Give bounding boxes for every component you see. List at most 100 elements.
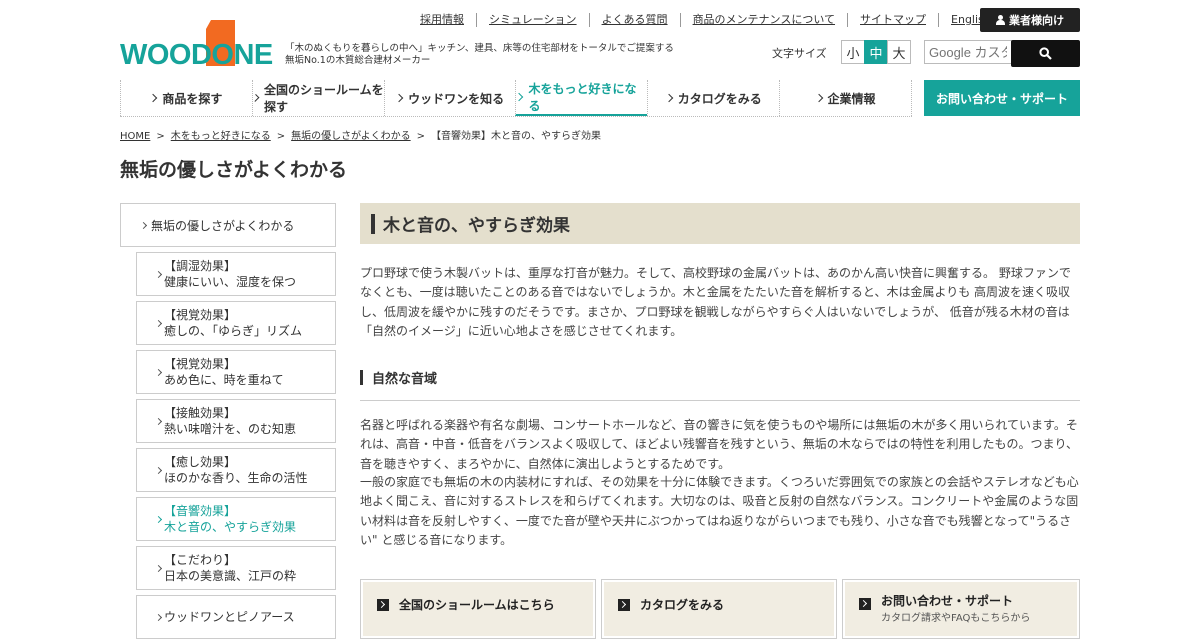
chevron-right-icon [154, 613, 163, 621]
search-icon [1039, 47, 1052, 60]
font-size-label: 文字サイズ [772, 47, 827, 60]
sidebar-item[interactable]: 【視覚効果】 癒しの、「ゆらぎ」リズム [136, 301, 336, 345]
nav-label: 全国のショールームを探す [264, 83, 384, 114]
font-size-small[interactable]: 小 [841, 40, 865, 64]
sidebar-item-label: 熱い味噌汁を、のむ知恵 [164, 422, 297, 436]
chevron-right-icon [154, 564, 163, 572]
box-subtitle: カタログ請求やFAQもこちらから [881, 613, 1031, 624]
util-link-sitemap[interactable]: サイトマップ [847, 13, 938, 27]
chevron-right-icon [515, 92, 524, 102]
nav-item-about[interactable]: ウッドワンを知る [383, 80, 516, 116]
subheading-text: 自然な音域 [372, 372, 438, 387]
pro-button-label: 業者様向け [1009, 14, 1064, 27]
nav-label: カタログをみる [677, 91, 762, 106]
sidebar-item-label: 木と音の、やすらぎ効果 [164, 520, 297, 534]
sidebar-item[interactable]: 【視覚効果】あめ色に、時を重ねて [136, 350, 336, 394]
sidebar-item-label: 健康にいい、湿度を保つ [164, 275, 297, 289]
nav-item-products[interactable]: 商品を探す [120, 80, 252, 116]
tagline-line-1: 「木のぬくもりを暮らしの中へ」キッチン、建具、床等の住宅部材をトータルでご提案す… [285, 43, 674, 54]
chevron-right-icon [154, 270, 163, 278]
font-size-medium[interactable]: 中 [864, 40, 888, 64]
nav-item-showrooms[interactable]: 全国のショールームを探す [251, 80, 384, 116]
search-button[interactable] [1011, 40, 1080, 67]
heading-bar [371, 213, 375, 234]
breadcrumb-home[interactable]: HOME [120, 131, 150, 142]
box-title: 全国のショールームはこちら [399, 598, 555, 612]
util-link-faq[interactable]: よくある質問 [588, 13, 680, 27]
catalog-link-box[interactable]: カタログをみる [601, 579, 837, 639]
util-link-maintenance[interactable]: 商品のメンテナンスについて [679, 13, 847, 27]
chevron-right-icon [394, 93, 404, 103]
chevron-right-icon [154, 515, 163, 523]
logo-wordmark: WOODONE [120, 39, 273, 70]
util-link-recruit[interactable]: 採用情報 [408, 13, 476, 27]
sidebar-item-active[interactable]: 【音響効果】木と音の、やすらぎ効果 [136, 497, 336, 541]
woodone-logo-icon: WOODONE [120, 20, 273, 71]
sidebar-item[interactable]: 【接触効果】熱い味噌汁を、のむ知恵 [136, 399, 336, 443]
sidebar-item-label: あめ色に、時を重ねて [164, 373, 284, 387]
chevron-right-icon [139, 221, 148, 229]
sidebar-top-label: 無垢の優しさがよくわかる [151, 218, 295, 233]
search-input[interactable] [924, 40, 1012, 64]
chevron-right-icon [154, 417, 163, 425]
box-title: お問い合わせ・サポート [881, 594, 1014, 608]
global-nav: 商品を探す 全国のショールームを探す ウッドワンを知る 木をもっと好きになる カ… [120, 80, 912, 117]
chevron-right-icon [154, 466, 163, 474]
support-link-box[interactable]: お問い合わせ・サポート カタログ請求やFAQもこちらから [842, 579, 1080, 639]
nav-label: 商品を探す [162, 91, 223, 106]
breadcrumb-wood[interactable]: 木をもっと好きになる [171, 131, 271, 142]
intro-paragraph: プロ野球で使う木製バットは、重厚な打音が魅力。そして、高校野球の金属バットは、あ… [360, 266, 1071, 338]
sidebar-item-label: ほのかな香り、生命の活性 [164, 471, 308, 485]
arrow-right-icon [377, 599, 389, 611]
sidebar-item-category: 【接触効果】 [164, 406, 237, 420]
section-heading: 木と音の、やすらぎ効果 [360, 203, 1080, 244]
breadcrumb-separator: > [156, 131, 165, 142]
sidebar-item-label: ウッドワンとピノアース [164, 610, 295, 624]
logo[interactable]: WOODONE [120, 20, 275, 71]
breadcrumb-separator: > [416, 131, 426, 142]
sidebar-item[interactable]: 【調湿効果】健康にいい、湿度を保つ [136, 252, 336, 296]
page-title: 無垢の優しさがよくわかる [120, 159, 348, 181]
font-size-switcher: 小 中 大 [841, 40, 911, 64]
chevron-right-icon [149, 93, 158, 103]
nav-item-company[interactable]: 企業情報 [779, 80, 912, 116]
body-paragraph-2: 一般の家庭でも無垢の木の内装材にすれば、その効果を十分に体験できます。くつろいだ… [360, 475, 1079, 547]
section-heading-text: 木と音の、やすらぎ効果 [383, 216, 570, 236]
sidebar-item-category: 【視覚効果】 [164, 357, 237, 371]
arrow-right-icon [859, 598, 871, 610]
chevron-right-icon [664, 93, 673, 103]
arrow-right-icon [618, 599, 630, 611]
sidebar-item-category: 【音響効果】 [164, 504, 237, 518]
sidebar-item-category: 【癒し効果】 [164, 455, 237, 469]
user-icon [996, 15, 1005, 25]
breadcrumb-current: 【音響効果】木と音の、やすらぎ効果 [431, 131, 602, 142]
nav-item-wood[interactable]: 木をもっと好きになる [515, 80, 648, 116]
pro-button[interactable]: 業者様向け [980, 8, 1080, 32]
sidebar-item[interactable]: ウッドワンとピノアース [136, 595, 336, 639]
subheading-bar [360, 370, 363, 385]
sidebar-item-category: 【視覚効果】 [164, 308, 237, 322]
nav-label: ウッドワンを知る [408, 91, 505, 106]
utility-links: 採用情報 シミュレーション よくある質問 商品のメンテナンスについて サイトマッ… [408, 13, 991, 27]
tagline-line-2: 無垢No.1の木質総合建材メーカー [285, 55, 431, 66]
nav-item-catalog[interactable]: カタログをみる [647, 80, 779, 116]
showroom-link-box[interactable]: 全国のショールームはこちら [360, 579, 596, 639]
sidebar-item[interactable]: 【こだわり】 日本の美意識、江戸の粋 [136, 546, 336, 590]
sidebar-item[interactable]: 【癒し効果】ほのかな香り、生命の活性 [136, 448, 336, 492]
font-size-large[interactable]: 大 [887, 40, 911, 64]
sidebar-item-category: 【調湿効果】 [164, 259, 237, 273]
nav-label: 木をもっと好きになる [528, 82, 637, 113]
sidebar-item-category: 【こだわり】 [164, 553, 237, 567]
box-title: カタログをみる [640, 598, 725, 612]
subheading: 自然な音域 [360, 368, 1080, 401]
nav-label: 企業情報 [827, 91, 876, 106]
body-paragraph-1: 名器と呼ばれる楽器や有名な劇場、コンサートホールなど、音の響きに気を使うものや場… [360, 418, 1078, 471]
breadcrumb-separator: > [276, 131, 286, 142]
sidebar-top-link[interactable]: 無垢の優しさがよくわかる [120, 203, 336, 247]
breadcrumb: HOME > 木をもっと好きになる > 無垢の優しさがよくわかる > 【音響効果】木と音の、… [120, 127, 601, 142]
util-link-simulation[interactable]: シミュレーション [476, 13, 589, 27]
page: 採用情報 シミュレーション よくある質問 商品のメンテナンスについて サイトマッ… [0, 0, 1200, 639]
chevron-right-icon [251, 94, 260, 102]
breadcrumb-solid-wood[interactable]: 無垢の優しさがよくわかる [291, 131, 411, 142]
contact-support-button[interactable]: お問い合わせ・サポート [924, 80, 1080, 116]
